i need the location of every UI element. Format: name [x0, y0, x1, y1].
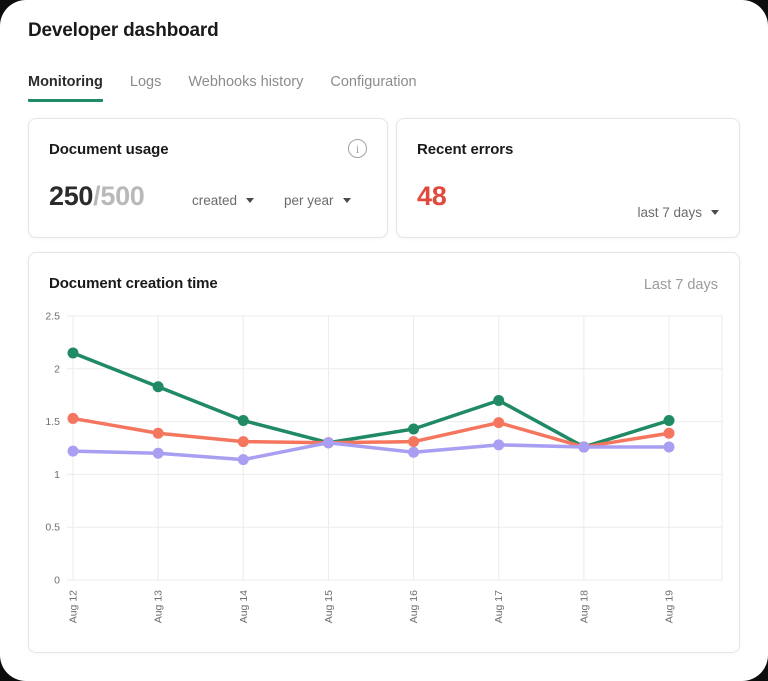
x-axis-tick-label: Aug 15 [323, 590, 335, 623]
chart-point-documents-green [408, 423, 419, 434]
period-filter-label: per year [284, 193, 334, 208]
recent-errors-title: Recent errors [417, 141, 513, 158]
chart-point-documents-green [153, 381, 164, 392]
period-filter-dropdown[interactable]: per year [284, 193, 351, 208]
document-usage-card: Document usage i 250/500 created per yea… [28, 118, 388, 238]
x-axis-tick-label: Aug 17 [493, 590, 505, 623]
chart-point-documents-coral [408, 436, 419, 447]
tab-bar: Monitoring Logs Webhooks history Configu… [28, 74, 417, 102]
chevron-down-icon [246, 198, 254, 203]
chart-point-documents-purple [323, 437, 334, 448]
tab-monitoring[interactable]: Monitoring [28, 74, 103, 102]
y-axis-tick-label: 0 [54, 575, 60, 587]
y-axis-tick-label: 0.5 [45, 522, 60, 534]
y-axis-tick-label: 1.5 [45, 416, 60, 428]
line-chart: 0 0.5 1 1.5 2 2.5 Aug 12 Aug 13 Aug 14 Aug 15 Aug … [29, 253, 741, 654]
errors-range-label: last 7 days [637, 205, 702, 220]
documents-limit-count: 500 [100, 181, 144, 211]
chart-point-documents-coral [68, 413, 79, 424]
chart-point-documents-coral [493, 417, 504, 428]
chart-point-documents-purple [238, 454, 249, 465]
document-usage-stat: 250/500 [49, 183, 145, 210]
recent-errors-count: 48 [417, 183, 446, 210]
developer-dashboard-page: Developer dashboard Monitoring Logs Webh… [0, 0, 768, 681]
documents-used-count: 250 [49, 181, 93, 211]
info-icon[interactable]: i [348, 139, 367, 158]
errors-range-dropdown[interactable]: last 7 days [637, 205, 719, 220]
chevron-down-icon [343, 198, 351, 203]
page-title: Developer dashboard [28, 20, 218, 42]
chart-point-documents-purple [664, 441, 675, 452]
chart-point-documents-green [493, 395, 504, 406]
chart-point-documents-green [68, 347, 79, 358]
chart-point-documents-purple [68, 446, 79, 457]
x-axis-tick-label: Aug 16 [408, 590, 420, 623]
chart-point-documents-purple [578, 441, 589, 452]
y-axis-tick-label: 2.5 [45, 311, 60, 323]
chart-point-documents-coral [238, 436, 249, 447]
chart-point-documents-purple [408, 447, 419, 458]
recent-errors-card: Recent errors 48 last 7 days [396, 118, 740, 238]
x-axis-tick-label: Aug 14 [238, 590, 250, 623]
created-filter-label: created [192, 193, 237, 208]
chart-point-documents-purple [153, 448, 164, 459]
chart-point-documents-green [238, 415, 249, 426]
document-creation-time-card: Document creation time Last 7 days 00.51… [28, 252, 740, 653]
tab-configuration[interactable]: Configuration [330, 74, 416, 99]
created-filter-dropdown[interactable]: created [192, 193, 254, 208]
chevron-down-icon [711, 210, 719, 215]
chart-point-documents-coral [153, 428, 164, 439]
x-axis-tick-label: Aug 13 [153, 590, 165, 623]
x-axis-tick-label: Aug 12 [68, 590, 80, 623]
tab-webhooks-history[interactable]: Webhooks history [188, 74, 303, 99]
y-axis-tick-label: 2 [54, 363, 60, 375]
x-axis-tick-label: Aug 18 [578, 590, 590, 623]
x-axis-tick-label: Aug 19 [664, 590, 676, 623]
chart-point-documents-coral [664, 428, 675, 439]
y-axis-tick-label: 1 [54, 469, 60, 481]
chart-point-documents-green [664, 415, 675, 426]
tab-logs[interactable]: Logs [130, 74, 161, 99]
chart-point-documents-purple [493, 439, 504, 450]
document-usage-title: Document usage [49, 141, 168, 158]
